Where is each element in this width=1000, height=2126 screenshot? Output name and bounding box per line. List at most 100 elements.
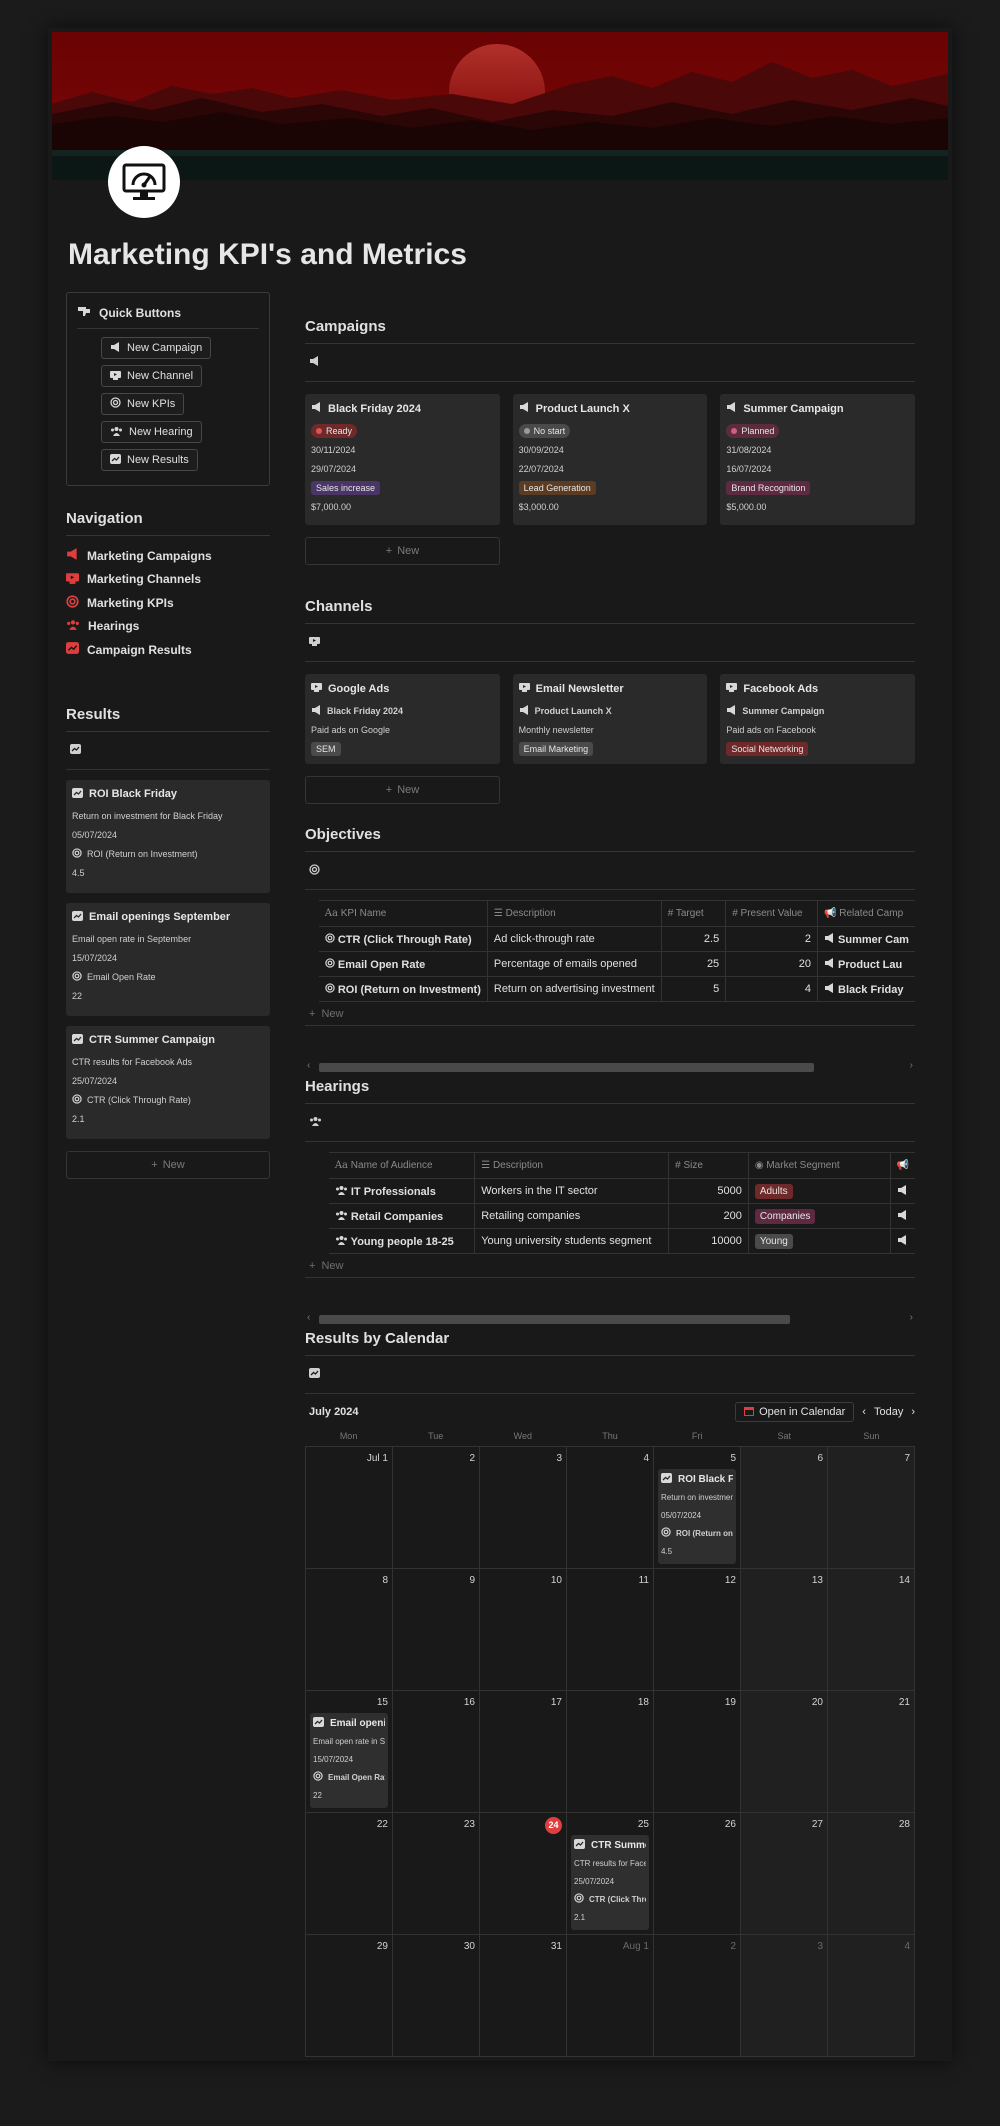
calendar-day-cell[interactable]: 2 xyxy=(393,1447,480,1569)
calendar-day-cell[interactable]: 15 Email openings September Email open r… xyxy=(306,1691,393,1813)
calendar-event-card[interactable]: ROI Black Friday Return on investment 05… xyxy=(658,1469,736,1564)
cover-image[interactable] xyxy=(52,32,948,180)
result-kpi-relation[interactable]: CTR (Click Through Rate) xyxy=(72,1091,264,1110)
kpi-description[interactable]: Return on advertising investment xyxy=(487,976,662,1002)
campaign-card[interactable]: Product Launch X No start 30/09/2024 22/… xyxy=(512,394,708,525)
nav-link-marketing-campaigns[interactable]: Marketing Campaigns xyxy=(66,544,270,568)
column-header-target[interactable]: # Target xyxy=(661,900,727,927)
campaigns-view-tab[interactable] xyxy=(305,344,915,382)
scroll-left-arrow[interactable]: ‹ xyxy=(307,1312,310,1323)
calendar-day-cell[interactable]: 4 xyxy=(828,1935,915,2057)
campaign-card[interactable]: Black Friday 2024 Ready 30/11/2024 29/07… xyxy=(305,394,500,525)
channel-card[interactable]: Google Ads Black Friday 2024 Paid ads on… xyxy=(305,674,500,764)
table-row[interactable]: Young people 18-25 Young university stud… xyxy=(305,1228,915,1254)
event-kpi-relation[interactable]: Email Open Rate xyxy=(313,1768,385,1786)
nav-link-campaign-results[interactable]: Campaign Results xyxy=(66,638,270,662)
new-channel-button[interactable]: New Channel xyxy=(101,365,203,387)
next-month-icon[interactable]: › xyxy=(911,1406,915,1418)
calendar-day-cell[interactable]: 26 xyxy=(654,1813,741,1935)
audience-description[interactable]: Retailing companies xyxy=(474,1203,670,1229)
calendar-day-cell[interactable]: 12 xyxy=(654,1569,741,1691)
channel-campaign-relation[interactable]: Summer Campaign xyxy=(726,701,909,720)
scrollbar-thumb[interactable] xyxy=(319,1063,814,1072)
column-header-description[interactable]: ☰ Description xyxy=(474,1152,670,1179)
calendar-day-cell[interactable]: 31 xyxy=(480,1935,567,2057)
results-view-tab[interactable] xyxy=(66,732,270,770)
result-kpi-relation[interactable]: Email Open Rate xyxy=(72,968,264,987)
kpi-description[interactable]: Ad click-through rate xyxy=(487,926,662,952)
channels-new-button[interactable]: + New xyxy=(305,776,500,804)
calendar-day-cell[interactable]: 3 xyxy=(480,1447,567,1569)
calendar-day-cell[interactable]: 10 xyxy=(480,1569,567,1691)
audience-size[interactable]: 10000 xyxy=(668,1228,749,1254)
table-row[interactable]: Retail Companies Retailing companies 200… xyxy=(305,1203,915,1229)
calendar-event-card[interactable]: CTR Summer Campaign CTR results for Face… xyxy=(571,1835,649,1930)
hearings-view-tab[interactable] xyxy=(305,1104,915,1142)
column-header-name-of-audience[interactable]: Aa Name of Audience xyxy=(328,1152,476,1179)
calendar-day-cell[interactable]: 8 xyxy=(306,1569,393,1691)
calendar-day-cell[interactable]: 29 xyxy=(306,1935,393,2057)
column-header-campaign[interactable]: 📢 xyxy=(890,1152,915,1179)
column-header-description[interactable]: ☰ Description xyxy=(487,900,662,927)
campaigns-new-button[interactable]: + New xyxy=(305,537,500,565)
result-card[interactable]: CTR Summer Campaign CTR results for Face… xyxy=(66,1025,270,1139)
calendar-day-cell[interactable]: 6 xyxy=(741,1447,828,1569)
scroll-left-arrow[interactable]: ‹ xyxy=(307,1060,310,1071)
calendar-day-cell[interactable]: 13 xyxy=(741,1569,828,1691)
calendar-day-cell[interactable]: 14 xyxy=(828,1569,915,1691)
kpi-target[interactable]: 25 xyxy=(661,951,727,977)
objectives-new-row[interactable]: + New xyxy=(305,1002,915,1026)
new-results-button[interactable]: New Results xyxy=(101,449,198,471)
calendar-day-cell[interactable]: 20 xyxy=(741,1691,828,1813)
table-row[interactable]: Email Open Rate Percentage of emails ope… xyxy=(305,951,915,977)
calendar-day-cell[interactable]: 16 xyxy=(393,1691,480,1813)
result-card[interactable]: ROI Black Friday Return on investment fo… xyxy=(66,779,270,893)
new-hearing-button[interactable]: New Hearing xyxy=(101,421,202,443)
calendar-view-tab[interactable] xyxy=(305,1356,915,1394)
calendar-day-cell[interactable]: 11 xyxy=(567,1569,654,1691)
audience-description[interactable]: Young university students segment xyxy=(474,1228,670,1254)
dashboard-monitor-icon[interactable] xyxy=(108,146,180,218)
previous-month-icon[interactable]: ‹ xyxy=(862,1406,866,1418)
column-header-market-segment[interactable]: ◉ Market Segment xyxy=(748,1152,891,1179)
objectives-horizontal-scrollbar[interactable]: ‹ › xyxy=(305,1060,915,1074)
calendar-day-cell[interactable]: 21 xyxy=(828,1691,915,1813)
table-row[interactable]: ROI (Return on Investment) Return on adv… xyxy=(305,976,915,1002)
campaign-card[interactable]: Summer Campaign Planned 31/08/2024 16/07… xyxy=(720,394,916,525)
calendar-day-cell[interactable]: 5 ROI Black Friday Return on investment … xyxy=(654,1447,741,1569)
calendar-day-cell[interactable]: Jul 1 xyxy=(306,1447,393,1569)
result-card[interactable]: Email openings September Email open rate… xyxy=(66,902,270,1016)
today-button[interactable]: Today xyxy=(874,1406,903,1418)
event-kpi-relation[interactable]: ROI (Return on Investment) xyxy=(661,1524,733,1542)
event-kpi-relation[interactable]: CTR (Click Through Rate) xyxy=(574,1890,646,1908)
nav-link-marketing-kpis[interactable]: Marketing KPIs xyxy=(66,591,270,615)
calendar-day-cell[interactable]: 28 xyxy=(828,1813,915,1935)
audience-size[interactable]: 5000 xyxy=(668,1178,749,1204)
table-row[interactable]: CTR (Click Through Rate) Ad click-throug… xyxy=(305,926,915,952)
calendar-day-cell[interactable]: 18 xyxy=(567,1691,654,1813)
hearings-horizontal-scrollbar[interactable]: ‹ › xyxy=(305,1312,915,1326)
column-header-kpi-name[interactable]: Aa KPI Name xyxy=(318,900,488,927)
open-in-calendar-button[interactable]: Open in Calendar xyxy=(735,1402,855,1422)
audience-size[interactable]: 200 xyxy=(668,1203,749,1229)
scroll-right-arrow[interactable]: › xyxy=(910,1312,913,1323)
channel-campaign-relation[interactable]: Black Friday 2024 xyxy=(311,701,494,720)
new-campaign-button[interactable]: New Campaign xyxy=(101,337,212,359)
kpi-present-value[interactable]: 20 xyxy=(725,951,818,977)
calendar-day-cell[interactable]: 30 xyxy=(393,1935,480,2057)
calendar-day-cell[interactable]: 2 xyxy=(654,1935,741,2057)
channel-card[interactable]: Facebook Ads Summer Campaign Paid ads on… xyxy=(720,674,916,764)
kpi-present-value[interactable]: 4 xyxy=(725,976,818,1002)
hearings-new-row[interactable]: + New xyxy=(305,1254,915,1278)
objectives-view-tab[interactable] xyxy=(305,852,915,890)
kpi-present-value[interactable]: 2 xyxy=(725,926,818,952)
calendar-event-card[interactable]: Email openings September Email open rate… xyxy=(310,1713,388,1808)
table-row[interactable]: IT Professionals Workers in the IT secto… xyxy=(305,1178,915,1204)
calendar-day-cell[interactable]: 17 xyxy=(480,1691,567,1813)
calendar-day-cell[interactable]: 9 xyxy=(393,1569,480,1691)
nav-link-hearings[interactable]: Hearings xyxy=(66,615,270,639)
calendar-day-cell[interactable]: 7 xyxy=(828,1447,915,1569)
channels-view-tab[interactable] xyxy=(305,624,915,662)
calendar-day-cell[interactable]: 4 xyxy=(567,1447,654,1569)
calendar-day-cell[interactable]: 3 xyxy=(741,1935,828,2057)
